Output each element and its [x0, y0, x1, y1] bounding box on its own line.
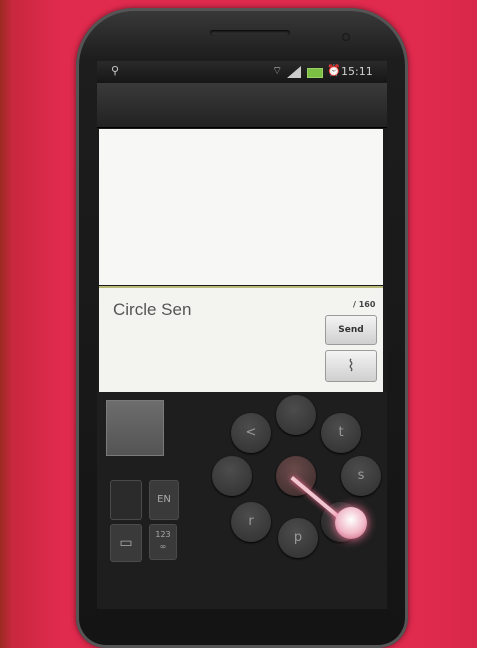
numbers-key-bottom: ∞: [159, 542, 167, 551]
message-input[interactable]: Circle Sen: [113, 300, 191, 320]
circle-key-r[interactable]: r: [231, 502, 271, 542]
key-preview: [106, 400, 164, 456]
phone-screen: ⚲ ⌔ ⏰ 15:11 Circle Sen / 160 Send ⌇ EN ▭…: [97, 61, 387, 609]
paperclip-icon: ⌇: [347, 356, 355, 375]
swipe-trace: [290, 476, 344, 522]
circle-key-t[interactable]: t: [321, 413, 361, 453]
speaker-grille: [210, 30, 290, 36]
status-bar: ⚲ ⌔ ⏰ 15:11: [97, 61, 387, 83]
screen-icon: ▭: [119, 535, 133, 551]
circle-key-top[interactable]: [276, 395, 316, 435]
usb-icon: ⚲: [111, 64, 120, 77]
message-thread: [99, 129, 383, 285]
battery-icon: [307, 68, 323, 78]
circle-key-left[interactable]: [212, 456, 252, 496]
blank-key[interactable]: [110, 480, 142, 520]
circle-key-p[interactable]: p: [278, 518, 318, 558]
numbers-key[interactable]: 123 ∞: [149, 524, 177, 560]
front-camera: [342, 33, 350, 41]
language-key[interactable]: EN: [149, 480, 179, 520]
attach-button[interactable]: ⌇: [325, 350, 377, 382]
signal-icon: [287, 66, 301, 78]
title-bar: [97, 83, 387, 128]
wifi-icon: ⌔: [272, 64, 283, 77]
touch-point: [335, 507, 367, 539]
circle-keyboard: EN ▭ 123 ∞ < t s r p: [97, 392, 387, 609]
status-time: 15:11: [341, 65, 373, 78]
circle-key-s[interactable]: s: [341, 456, 381, 496]
send-button[interactable]: Send: [325, 315, 377, 345]
screen-key[interactable]: ▭: [110, 524, 142, 562]
compose-area: Circle Sen / 160 Send ⌇: [99, 286, 383, 394]
alarm-icon: ⏰: [327, 64, 341, 77]
numbers-key-top: 123: [155, 530, 171, 539]
character-counter: / 160: [353, 300, 376, 309]
circle-key-back[interactable]: <: [231, 413, 271, 453]
